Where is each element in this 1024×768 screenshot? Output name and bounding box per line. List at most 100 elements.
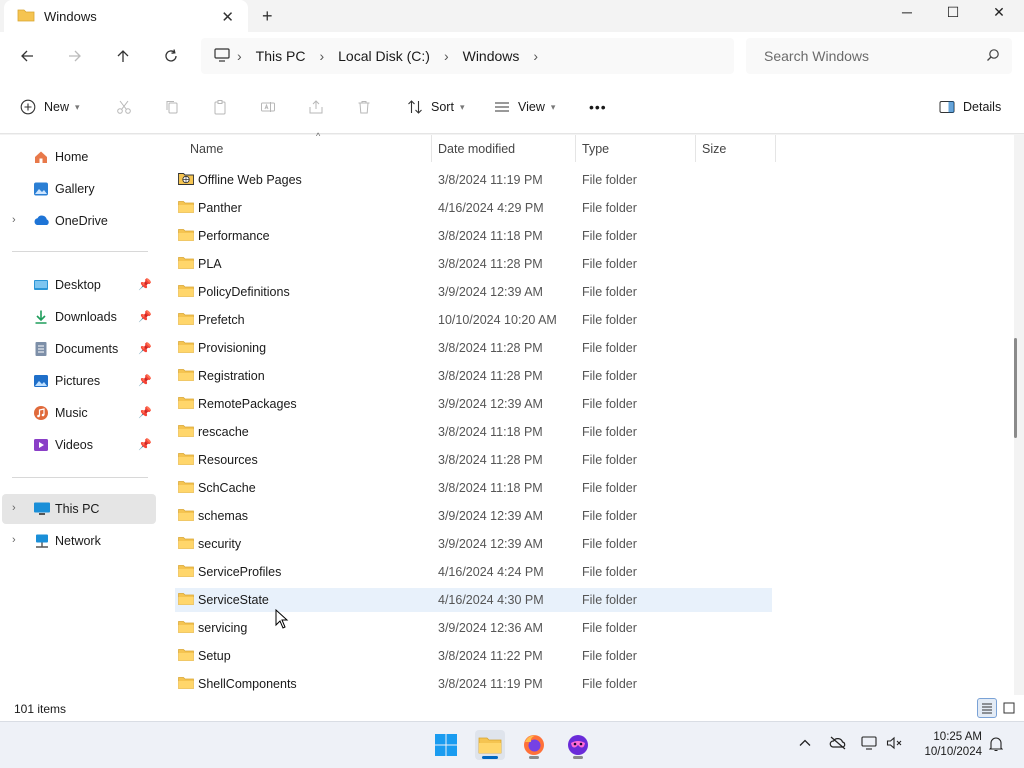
command-bar: New ▾ Sort ▾ View ▾ ••• Details [0,80,1024,134]
start-button[interactable] [431,730,461,760]
refresh-icon [165,49,177,62]
sidebar-item-gallery[interactable]: Gallery [2,174,156,204]
table-row[interactable]: schemas 3/9/2024 12:39 AM File folder [175,504,772,528]
sidebar-item-home[interactable]: Home [2,142,156,172]
network-status-icon[interactable] [861,736,879,753]
table-row[interactable]: ServiceState 4/16/2024 4:30 PM File folder [175,588,772,612]
taskbar-file-explorer[interactable] [475,730,505,760]
table-row[interactable]: Performance 3/8/2024 11:18 PM File folder [175,224,772,248]
sidebar-item-documents[interactable]: Documents 📌 [2,334,156,364]
details-view-button[interactable] [977,698,997,718]
share-button[interactable] [308,96,324,118]
notification-bell-icon[interactable] [988,736,1004,755]
address-bar[interactable]: › This PC › Local Disk (C:) › Windows › [201,38,734,74]
table-row[interactable]: SchCache 3/8/2024 11:18 PM File folder [175,476,772,500]
chevron-right-icon[interactable]: › [533,48,538,64]
download-icon [33,309,49,325]
folder-icon [178,452,194,465]
view-label: View [518,100,545,114]
tab-close-button[interactable]: ✕ [221,8,234,26]
chevron-right-icon[interactable]: › [12,534,16,546]
pin-icon[interactable]: 📌 [138,438,152,451]
copy-button[interactable] [164,96,180,118]
details-pane-button[interactable]: Details [939,96,1001,118]
file-name: Setup [198,649,231,663]
minimize-button[interactable]: ─ [884,4,930,20]
column-header-type[interactable]: Type [576,135,696,162]
maximize-button[interactable]: ☐ [930,4,976,21]
forward-button[interactable] [63,44,87,68]
table-row[interactable]: servicing 3/9/2024 12:36 AM File folder [175,616,772,640]
column-header-date-modified[interactable]: Date modified [432,135,576,162]
rename-button[interactable] [260,96,276,118]
close-button[interactable]: ✕ [976,4,1022,21]
desktop-icon [33,277,49,293]
cloud-offline-icon[interactable] [829,736,847,753]
search-input[interactable]: Search Windows [746,38,1012,74]
sidebar-item-network[interactable]: › Network [2,526,156,556]
paste-button[interactable] [212,96,228,118]
sidebar-item-videos[interactable]: Videos 📌 [2,430,156,460]
file-date-modified: 3/8/2024 11:28 PM [438,453,543,467]
more-options-button[interactable]: ••• [589,96,607,118]
table-row[interactable]: Registration 3/8/2024 11:28 PM File folder [175,364,772,388]
pin-icon[interactable]: 📌 [138,406,152,419]
table-row[interactable]: Setup 3/8/2024 11:22 PM File folder [175,644,772,668]
table-row[interactable]: Resources 3/8/2024 11:28 PM File folder [175,448,772,472]
table-row[interactable]: PLA 3/8/2024 11:28 PM File folder [175,252,772,276]
view-button[interactable]: View ▾ [494,96,555,118]
back-button[interactable] [15,44,39,68]
table-row[interactable]: RemotePackages 3/9/2024 12:39 AM File fold… [175,392,772,416]
table-row[interactable]: ShellComponents 3/8/2024 11:19 PM File fol… [175,672,772,696]
file-name: Resources [198,453,258,467]
table-row[interactable]: security 3/9/2024 12:39 AM File folder [175,532,772,556]
sidebar-item-downloads[interactable]: Downloads 📌 [2,302,156,332]
new-tab-button[interactable]: + [262,6,273,27]
table-row[interactable]: Offline Web Pages 3/8/2024 11:19 PM File f… [175,168,772,192]
table-row[interactable]: ServiceProfiles 4/16/2024 4:24 PM File fol… [175,560,772,584]
chevron-up-icon[interactable] [798,736,812,753]
refresh-button[interactable] [159,44,183,68]
sidebar-item-this-pc[interactable]: › This PC [2,494,156,524]
new-button[interactable]: New ▾ [20,96,80,118]
taskbar-app[interactable] [563,730,593,760]
breadcrumb-windows[interactable]: Windows [463,48,520,64]
table-row[interactable]: PolicyDefinitions 3/9/2024 12:39 AM File f… [175,280,772,304]
pin-icon[interactable]: 📌 [138,342,152,355]
column-header-size[interactable]: Size [696,135,776,162]
pin-icon[interactable]: 📌 [138,278,152,291]
title-bar: Windows ✕ + ─ ☐ ✕ [0,0,1024,32]
table-row[interactable]: Provisioning 3/8/2024 11:28 PM File folder [175,336,772,360]
sidebar-item-pictures[interactable]: Pictures 📌 [2,366,156,396]
table-row[interactable]: rescache 3/8/2024 11:18 PM File folder [175,420,772,444]
sort-button[interactable]: Sort ▾ [407,96,464,118]
computer-icon [213,47,231,66]
chevron-right-icon[interactable]: › [12,502,16,514]
table-row[interactable]: Prefetch 10/10/2024 10:20 AM File folder [175,308,772,332]
cut-button[interactable] [116,96,132,118]
sidebar-item-music[interactable]: Music 📌 [2,398,156,428]
file-date-modified: 3/9/2024 12:39 AM [438,537,543,551]
running-indicator [573,756,583,759]
delete-button[interactable] [356,96,372,118]
up-button[interactable] [111,44,135,68]
tiles-view-button[interactable] [999,698,1019,718]
file-name: PLA [198,257,222,271]
table-row[interactable]: Panther 4/16/2024 4:29 PM File folder [175,196,772,220]
pin-icon[interactable]: 📌 [138,374,152,387]
breadcrumb-this-pc[interactable]: This PC [256,48,306,64]
sidebar-item-onedrive[interactable]: › OneDrive [2,206,156,236]
column-header-name[interactable]: ^ Name [184,131,432,162]
running-indicator [482,756,498,759]
pin-icon[interactable]: 📌 [138,310,152,323]
sidebar-item-desktop[interactable]: Desktop 📌 [2,270,156,300]
window-tab[interactable]: Windows ✕ [4,0,248,32]
details-label: Details [963,100,1002,114]
system-clock[interactable]: 10:25 AM 10/10/2024 [918,730,982,760]
file-name: SchCache [198,481,256,495]
vertical-scrollbar[interactable] [1014,338,1017,438]
chevron-right-icon[interactable]: › [12,214,16,226]
breadcrumb-local-disk[interactable]: Local Disk (C:) [338,48,430,64]
volume-muted-icon[interactable] [886,736,904,753]
taskbar-firefox[interactable] [519,730,549,760]
